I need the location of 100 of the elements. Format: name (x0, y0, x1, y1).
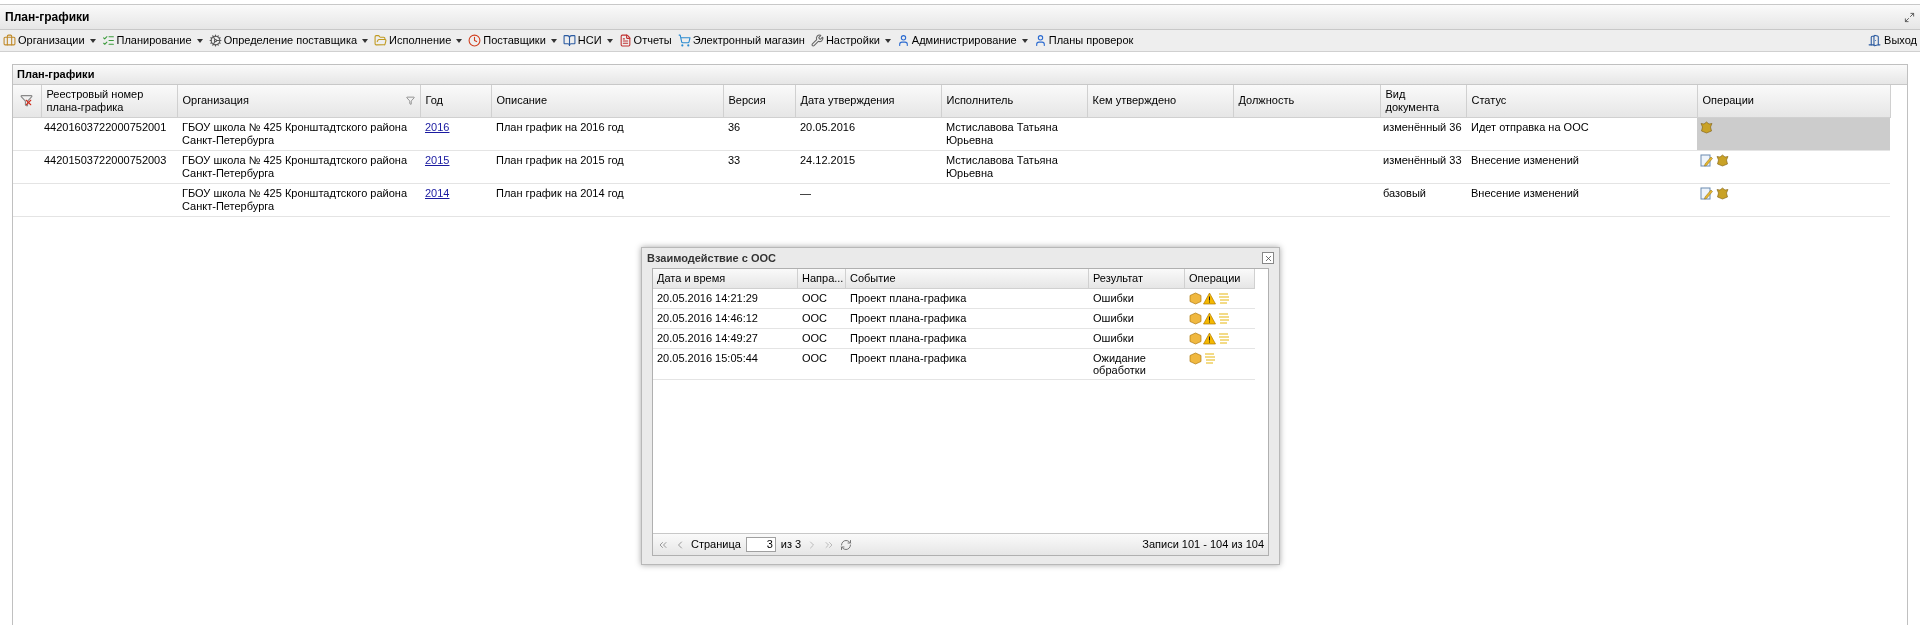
column-header[interactable]: Результат (1089, 269, 1185, 288)
menu-button[interactable]: Электронный магазин (677, 32, 805, 49)
emblem-icon[interactable] (1716, 186, 1729, 200)
panel-title: План-графики (17, 67, 95, 83)
dialog-title: Взаимодействие с ООС (647, 250, 776, 266)
package-icon[interactable] (1189, 352, 1202, 365)
table-cell: Проект плана-графика (850, 312, 967, 324)
gears-icon (208, 34, 222, 47)
menu-button[interactable]: НСИ (562, 32, 613, 49)
table-cell: План график на 2015 год (496, 153, 624, 166)
year-link[interactable]: 2016 (425, 120, 450, 133)
edit-document-icon[interactable] (1700, 153, 1713, 167)
column-header[interactable]: Год (420, 85, 491, 117)
list-icon (101, 34, 115, 47)
column-header[interactable]: Вид документа (1380, 85, 1466, 117)
caret-icon (606, 38, 613, 43)
column-header[interactable]: Реестровый номер плана-графика (41, 85, 177, 117)
column-header[interactable]: Дата утверждения (795, 85, 941, 117)
table-cell: Проект плана-графика (850, 332, 967, 344)
column-header[interactable]: Кем утверждено (1087, 85, 1233, 117)
wrench-icon (810, 34, 824, 47)
table-cell: Проект плана-графика (850, 352, 967, 364)
page-label: Страница (691, 537, 741, 553)
table-cell: 20.05.2016 14:49:27 (657, 332, 758, 344)
warning-icon[interactable] (1203, 332, 1216, 345)
table-cell: 24.12.2015 (800, 153, 856, 166)
book-icon (562, 34, 576, 47)
table-cell: План график на 2014 год (496, 186, 624, 199)
close-button[interactable] (1262, 252, 1274, 264)
warning-icon[interactable] (1203, 312, 1216, 325)
table-cell: 36 (728, 120, 741, 133)
table-cell: Проект плана-графика (850, 292, 967, 304)
column-header[interactable]: Операции (1697, 85, 1890, 117)
year-link[interactable]: 2014 (425, 186, 450, 199)
menu-button[interactable]: Планирование (101, 32, 203, 49)
table-cell: изменённый 33 (1383, 153, 1462, 166)
table-cell: ГБОУ школа № 425 Кронштадтского района Санкт-Петербурга (182, 153, 407, 179)
menu-button[interactable]: Настройки (810, 32, 891, 49)
folder-icon (374, 34, 388, 47)
emblem-icon[interactable] (1700, 120, 1713, 134)
person-icon (1033, 34, 1047, 47)
document-lines-icon[interactable] (1203, 352, 1216, 365)
table-cell: План график на 2016 год (496, 120, 624, 133)
table-cell: базовый (1383, 186, 1426, 199)
package-icon[interactable] (1189, 332, 1202, 345)
logout-button[interactable]: Выход (1868, 32, 1917, 49)
table-cell: — (800, 186, 811, 199)
table-cell: 33 (728, 153, 741, 166)
edit-document-icon[interactable] (1700, 186, 1713, 200)
menu-button[interactable]: Планы проверок (1033, 32, 1134, 49)
refresh-icon[interactable] (840, 538, 853, 551)
caret-icon (89, 38, 96, 43)
table-cell: Внесение изменений (1471, 153, 1579, 166)
column-header[interactable]: Напра... (798, 269, 846, 288)
table-cell: Идет отправка на ООС (1471, 120, 1589, 133)
table-cell: 20.05.2016 15:05:44 (657, 352, 758, 364)
page-count: из 3 (780, 537, 802, 553)
menu-button[interactable]: Поставщики (468, 32, 557, 49)
table-cell: 44201603722000752001 (44, 120, 167, 133)
column-header[interactable]: Описание (491, 85, 723, 117)
column-header[interactable]: Событие (846, 269, 1089, 288)
door-icon (1868, 34, 1882, 47)
package-icon[interactable] (1189, 292, 1202, 305)
caret-icon (884, 38, 891, 43)
column-header[interactable]: Статус (1466, 85, 1697, 117)
caret-icon (196, 38, 203, 43)
maximize-icon[interactable] (1904, 11, 1915, 23)
clock-icon (468, 34, 482, 47)
table-cell: Ошибки (1093, 312, 1134, 324)
page-input[interactable]: 3 (745, 537, 776, 552)
table-cell: Мстиславова Татьяна Юрьевна (946, 120, 1058, 146)
menu-button[interactable]: Отчеты (618, 32, 672, 49)
table-cell: Ошибки (1093, 332, 1134, 344)
column-header[interactable]: Дата и время (653, 269, 798, 288)
menu-button[interactable]: Определение поставщика (208, 32, 369, 49)
filter-icon[interactable] (405, 96, 415, 106)
table-cell: Внесение изменений (1471, 186, 1579, 199)
table-cell: Ожидание обработки (1093, 352, 1146, 376)
cart-icon (677, 34, 691, 47)
table-cell: ООС (802, 312, 828, 324)
close-icon (1263, 253, 1273, 263)
column-header[interactable]: Операции (1185, 269, 1255, 288)
clear-filter-icon[interactable] (20, 94, 34, 108)
emblem-icon[interactable] (1716, 153, 1729, 167)
menu-button[interactable]: Исполнение (374, 32, 463, 49)
menu-button[interactable]: Организации (3, 32, 96, 49)
table-cell: 20.05.2016 14:21:29 (657, 292, 758, 304)
caret-icon (362, 38, 369, 43)
year-link[interactable]: 2015 (425, 153, 450, 166)
column-header[interactable]: Исполнитель (941, 85, 1087, 117)
menu-button[interactable]: Администрирование (896, 32, 1028, 49)
warning-icon[interactable] (1203, 292, 1216, 305)
column-header[interactable]: Версия (723, 85, 795, 117)
table-cell: изменённый 36 (1383, 120, 1462, 133)
table-cell: Мстиславова Татьяна Юрьевна (946, 153, 1058, 179)
column-header[interactable]: Организация (177, 85, 420, 117)
column-header[interactable]: Должность (1233, 85, 1380, 117)
briefcase-icon (3, 34, 16, 47)
records-count: Записи 101 - 104 из 104 (1142, 537, 1264, 553)
package-icon[interactable] (1189, 312, 1202, 325)
